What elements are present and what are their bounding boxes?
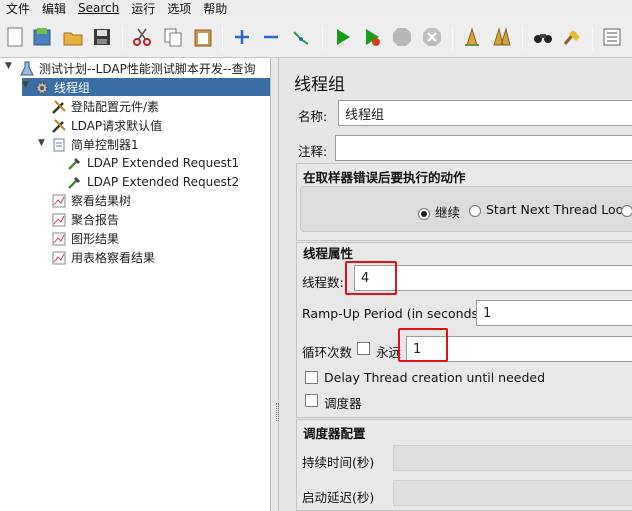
chart-icon (50, 211, 68, 229)
radio-more-dot[interactable] (621, 204, 632, 217)
name-field[interactable]: 线程组 (338, 100, 632, 126)
scheduler-config-title: 调度器配置 (303, 426, 366, 441)
reset-search-icon[interactable] (560, 25, 584, 49)
menu-file[interactable]: 文件 (6, 0, 30, 17)
controller-icon (50, 136, 68, 154)
scheduler-checkbox[interactable] (305, 394, 318, 407)
tree-node-view-results-tree[interactable]: 察看结果树 (50, 191, 131, 210)
delay-thread-label: Delay Thread creation until needed (324, 370, 546, 385)
radio-continue[interactable]: 继续 (418, 202, 460, 221)
radio-continue-dot[interactable] (418, 207, 430, 220)
paste-icon[interactable] (191, 25, 215, 49)
tree-node-graph-results[interactable]: 图形结果 (50, 229, 119, 248)
open-icon[interactable] (61, 25, 85, 49)
scheduler-label: 调度器 (324, 396, 362, 411)
startup-delay-label: 启动延迟(秒) (302, 490, 375, 505)
rampup-label: Ramp-Up Period (in seconds): (302, 306, 488, 321)
name-label: 名称: (298, 109, 328, 124)
chart-icon (50, 192, 68, 210)
threads-label: 线程数: (302, 275, 344, 290)
toolbar-separator (592, 26, 593, 50)
stop-icon[interactable] (390, 25, 414, 49)
tree-toggle-root[interactable]: ▼ (5, 61, 12, 71)
menu-run[interactable]: 运行 (131, 0, 155, 17)
clear-all-icon[interactable] (490, 25, 514, 49)
toolbar-separator (122, 26, 123, 50)
save-icon[interactable] (90, 25, 114, 49)
tree-node-config[interactable]: 登陆配置元件/素 (50, 97, 159, 116)
tree-node-simple-controller[interactable]: 简单控制器1 (50, 135, 139, 154)
search-icon[interactable] (531, 25, 555, 49)
menu-search[interactable]: Search (78, 1, 119, 15)
radio-start-next-loop[interactable]: Start Next Thread Loop (469, 202, 631, 217)
copy-icon[interactable] (161, 25, 185, 49)
duration-field[interactable] (393, 445, 632, 471)
startup-delay-field[interactable] (393, 480, 632, 506)
toggle-icon[interactable] (289, 25, 313, 49)
shutdown-icon[interactable] (420, 25, 444, 49)
comment-label: 注释: (298, 144, 328, 159)
start-icon[interactable] (331, 25, 355, 49)
menu-edit[interactable]: 编辑 (42, 0, 66, 17)
templates-icon[interactable] (30, 25, 54, 49)
pipette-icon (66, 173, 84, 191)
radio-start-next-dot[interactable] (469, 204, 481, 217)
forever-checkbox[interactable] (357, 342, 370, 355)
tree-node-thread-group[interactable]: 线程组 (33, 78, 90, 97)
delay-thread-checkbox[interactable] (305, 371, 318, 384)
tree-node-request1[interactable]: LDAP Extended Request1 (66, 153, 239, 172)
menu-bar: 文件 编辑 Search 运行 选项 帮助 (0, 0, 632, 16)
loop-label: 循环次数 (302, 345, 353, 360)
tree-node-ldap-defaults[interactable]: LDAP请求默认值 (50, 116, 162, 135)
toolbar (0, 16, 632, 58)
page-title: 线程组 (294, 75, 345, 95)
function-helper-icon[interactable] (600, 25, 624, 49)
chart-icon (50, 230, 68, 248)
start-no-pause-icon[interactable] (360, 25, 384, 49)
splitter-grip[interactable] (276, 403, 279, 421)
wrench-icon (50, 117, 68, 135)
rampup-field[interactable]: 1 (476, 300, 632, 326)
radio-more[interactable] (621, 202, 632, 217)
tree-toggle-thread-group[interactable]: ▼ (22, 80, 29, 90)
tree-node-aggregate-report[interactable]: 聚合报告 (50, 210, 119, 229)
gear-icon (33, 79, 51, 97)
new-icon[interactable] (3, 25, 27, 49)
toolbar-separator (322, 26, 323, 50)
flask-icon (18, 60, 36, 78)
toolbar-separator (222, 26, 223, 50)
duration-label: 持续时间(秒) (302, 455, 375, 470)
cut-icon[interactable] (130, 25, 154, 49)
clear-icon[interactable] (460, 25, 484, 49)
thread-properties-title: 线程属性 (303, 246, 354, 261)
menu-help[interactable]: 帮助 (203, 0, 227, 17)
menu-options[interactable]: 选项 (167, 0, 191, 17)
threads-highlight (345, 261, 397, 295)
expand-icon[interactable] (230, 25, 254, 49)
pipette-icon (66, 154, 84, 172)
error-action-title: 在取样器错误后要执行的动作 (303, 170, 466, 185)
tree-node-table-results[interactable]: 用表格察看结果 (50, 248, 155, 267)
loop-count-highlight (398, 328, 448, 362)
chart-icon (50, 249, 68, 267)
tree-node-test-plan[interactable]: 测试计划--LDAP性能测试脚本开发--查询 (18, 59, 255, 78)
collapse-icon[interactable] (259, 25, 283, 49)
tree-toggle-simple-controller[interactable]: ▼ (38, 138, 45, 148)
toolbar-separator (522, 26, 523, 50)
toolbar-separator (452, 26, 453, 50)
comment-field[interactable] (335, 135, 632, 161)
tree-node-request2[interactable]: LDAP Extended Request2 (66, 172, 239, 191)
wrench-icon (50, 98, 68, 116)
pane-splitter[interactable] (271, 58, 279, 511)
